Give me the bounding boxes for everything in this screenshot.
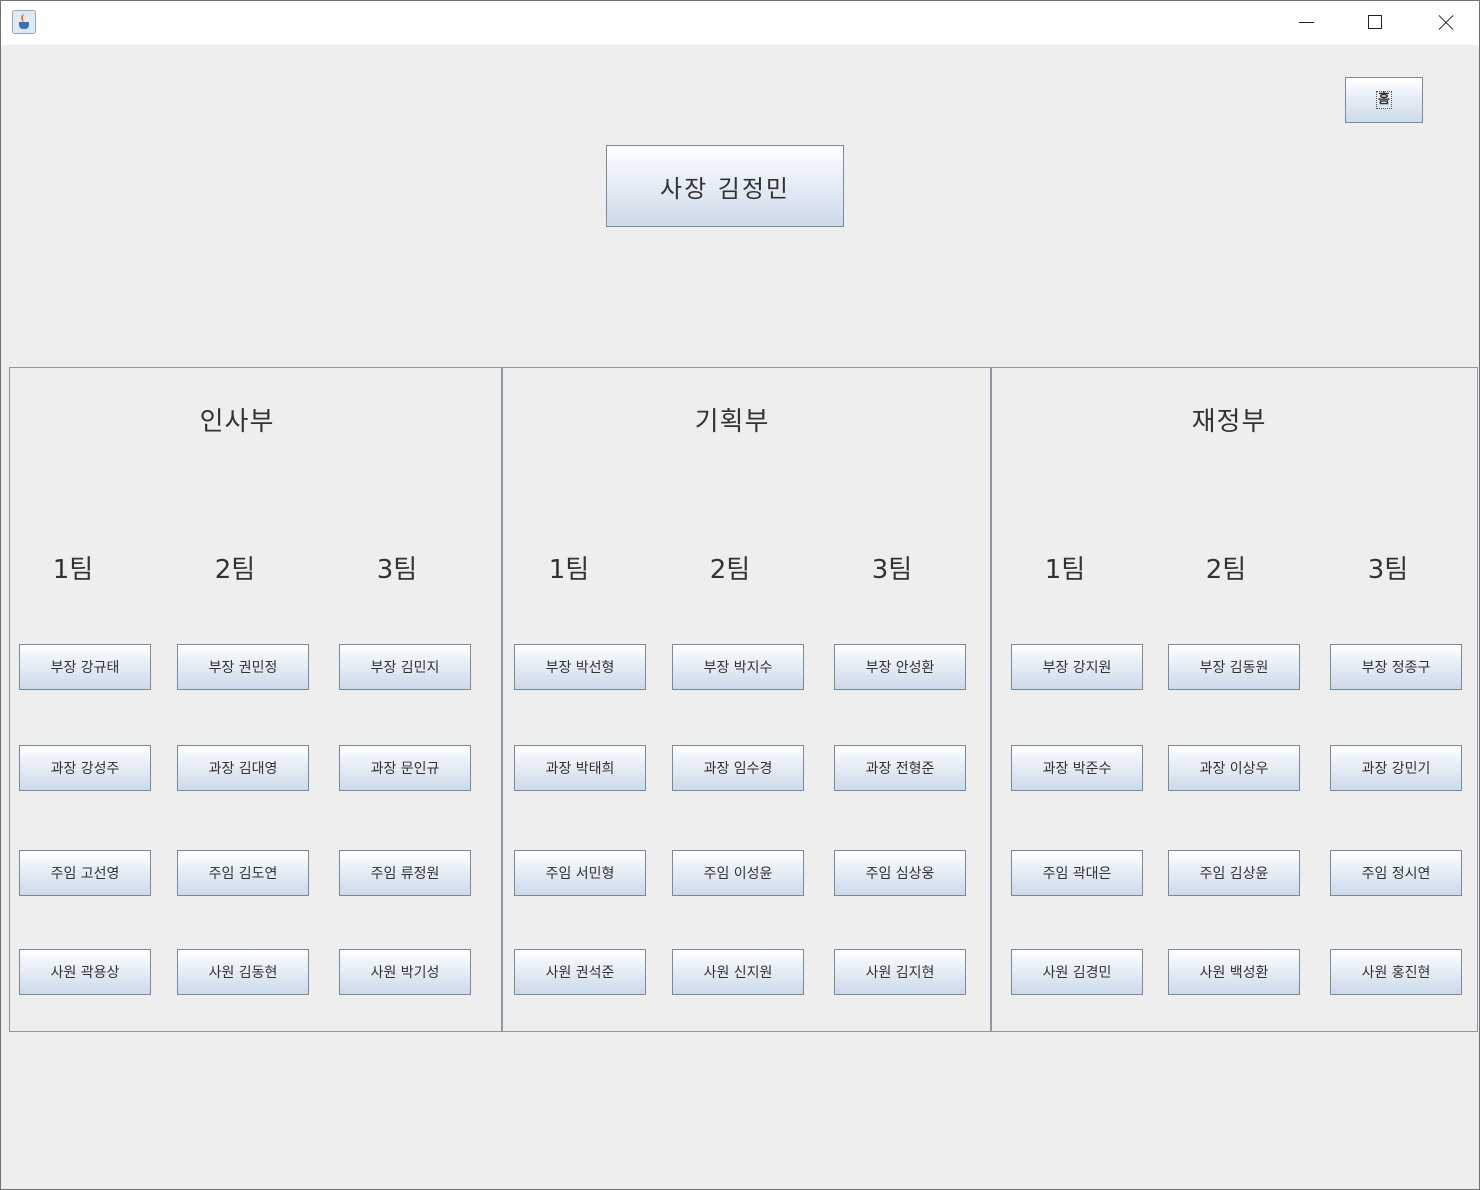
manager-button[interactable]: 과장 문인규: [339, 745, 471, 791]
director-button[interactable]: 부장 박지수: [672, 644, 804, 690]
director-button[interactable]: 부장 김동원: [1168, 644, 1300, 690]
staff-button[interactable]: 사원 김지현: [834, 949, 966, 995]
team-label: 3팀: [871, 555, 913, 585]
staff-button[interactable]: 사원 김경민: [1011, 949, 1143, 995]
maximize-icon: [1368, 15, 1382, 29]
team-label: 2팀: [1205, 555, 1247, 585]
title-bar[interactable]: [1, 1, 1479, 45]
assistant-manager-button[interactable]: 주임 서민형: [514, 850, 646, 896]
director-button[interactable]: 부장 정종구: [1330, 644, 1462, 690]
assistant-manager-button[interactable]: 주임 정시연: [1330, 850, 1462, 896]
manager-button[interactable]: 과장 임수경: [672, 745, 804, 791]
staff-button[interactable]: 사원 백성환: [1168, 949, 1300, 995]
ceo-button[interactable]: 사장 김정민: [606, 145, 844, 227]
staff-button[interactable]: 사원 김동현: [177, 949, 309, 995]
team-label: 1팀: [1044, 555, 1086, 585]
department-title: 재정부: [1191, 407, 1267, 437]
director-button[interactable]: 부장 안성환: [834, 644, 966, 690]
team-label: 2팀: [709, 555, 751, 585]
assistant-manager-button[interactable]: 주임 곽대은: [1011, 850, 1143, 896]
assistant-manager-button[interactable]: 주임 류정원: [339, 850, 471, 896]
manager-button[interactable]: 과장 강성주: [19, 745, 151, 791]
minimize-icon: [1299, 22, 1314, 23]
director-button[interactable]: 부장 강규태: [19, 644, 151, 690]
home-button-label: 홈: [1376, 91, 1392, 109]
team-label: 3팀: [376, 555, 418, 585]
department-panel: [991, 367, 1478, 1032]
application-window: 홈 사장 김정민 인사부 1팀부장 강규태과장 강성주주임 고선영사원 곽용상 2팀…: [0, 0, 1480, 1190]
assistant-manager-button[interactable]: 주임 김상윤: [1168, 850, 1300, 896]
director-button[interactable]: 부장 박선형: [514, 644, 646, 690]
home-button[interactable]: 홈: [1345, 77, 1423, 123]
assistant-manager-button[interactable]: 주임 이성윤: [672, 850, 804, 896]
manager-button[interactable]: 과장 이상우: [1168, 745, 1300, 791]
department-title: 기획부: [694, 407, 770, 437]
department-panel: [9, 367, 502, 1032]
staff-button[interactable]: 사원 신지원: [672, 949, 804, 995]
team-label: 1팀: [52, 555, 94, 585]
close-button[interactable]: [1409, 1, 1479, 45]
director-button[interactable]: 부장 김민지: [339, 644, 471, 690]
manager-button[interactable]: 과장 박태희: [514, 745, 646, 791]
team-label: 3팀: [1367, 555, 1409, 585]
staff-button[interactable]: 사원 권석준: [514, 949, 646, 995]
manager-button[interactable]: 과장 강민기: [1330, 745, 1462, 791]
director-button[interactable]: 부장 강지원: [1011, 644, 1143, 690]
assistant-manager-button[interactable]: 주임 고선영: [19, 850, 151, 896]
manager-button[interactable]: 과장 전형준: [834, 745, 966, 791]
assistant-manager-button[interactable]: 주임 김도연: [177, 850, 309, 896]
team-label: 2팀: [214, 555, 256, 585]
team-label: 1팀: [548, 555, 590, 585]
maximize-button[interactable]: [1340, 1, 1410, 45]
manager-button[interactable]: 과장 김대영: [177, 745, 309, 791]
department-title: 인사부: [199, 407, 275, 437]
department-panel: [502, 367, 991, 1032]
manager-button[interactable]: 과장 박준수: [1011, 745, 1143, 791]
director-button[interactable]: 부장 권민정: [177, 644, 309, 690]
minimize-button[interactable]: [1271, 1, 1341, 45]
staff-button[interactable]: 사원 홍진현: [1330, 949, 1462, 995]
staff-button[interactable]: 사원 박기성: [339, 949, 471, 995]
assistant-manager-button[interactable]: 주임 심상웅: [834, 850, 966, 896]
java-cup-icon[interactable]: [12, 10, 36, 34]
staff-button[interactable]: 사원 곽용상: [19, 949, 151, 995]
